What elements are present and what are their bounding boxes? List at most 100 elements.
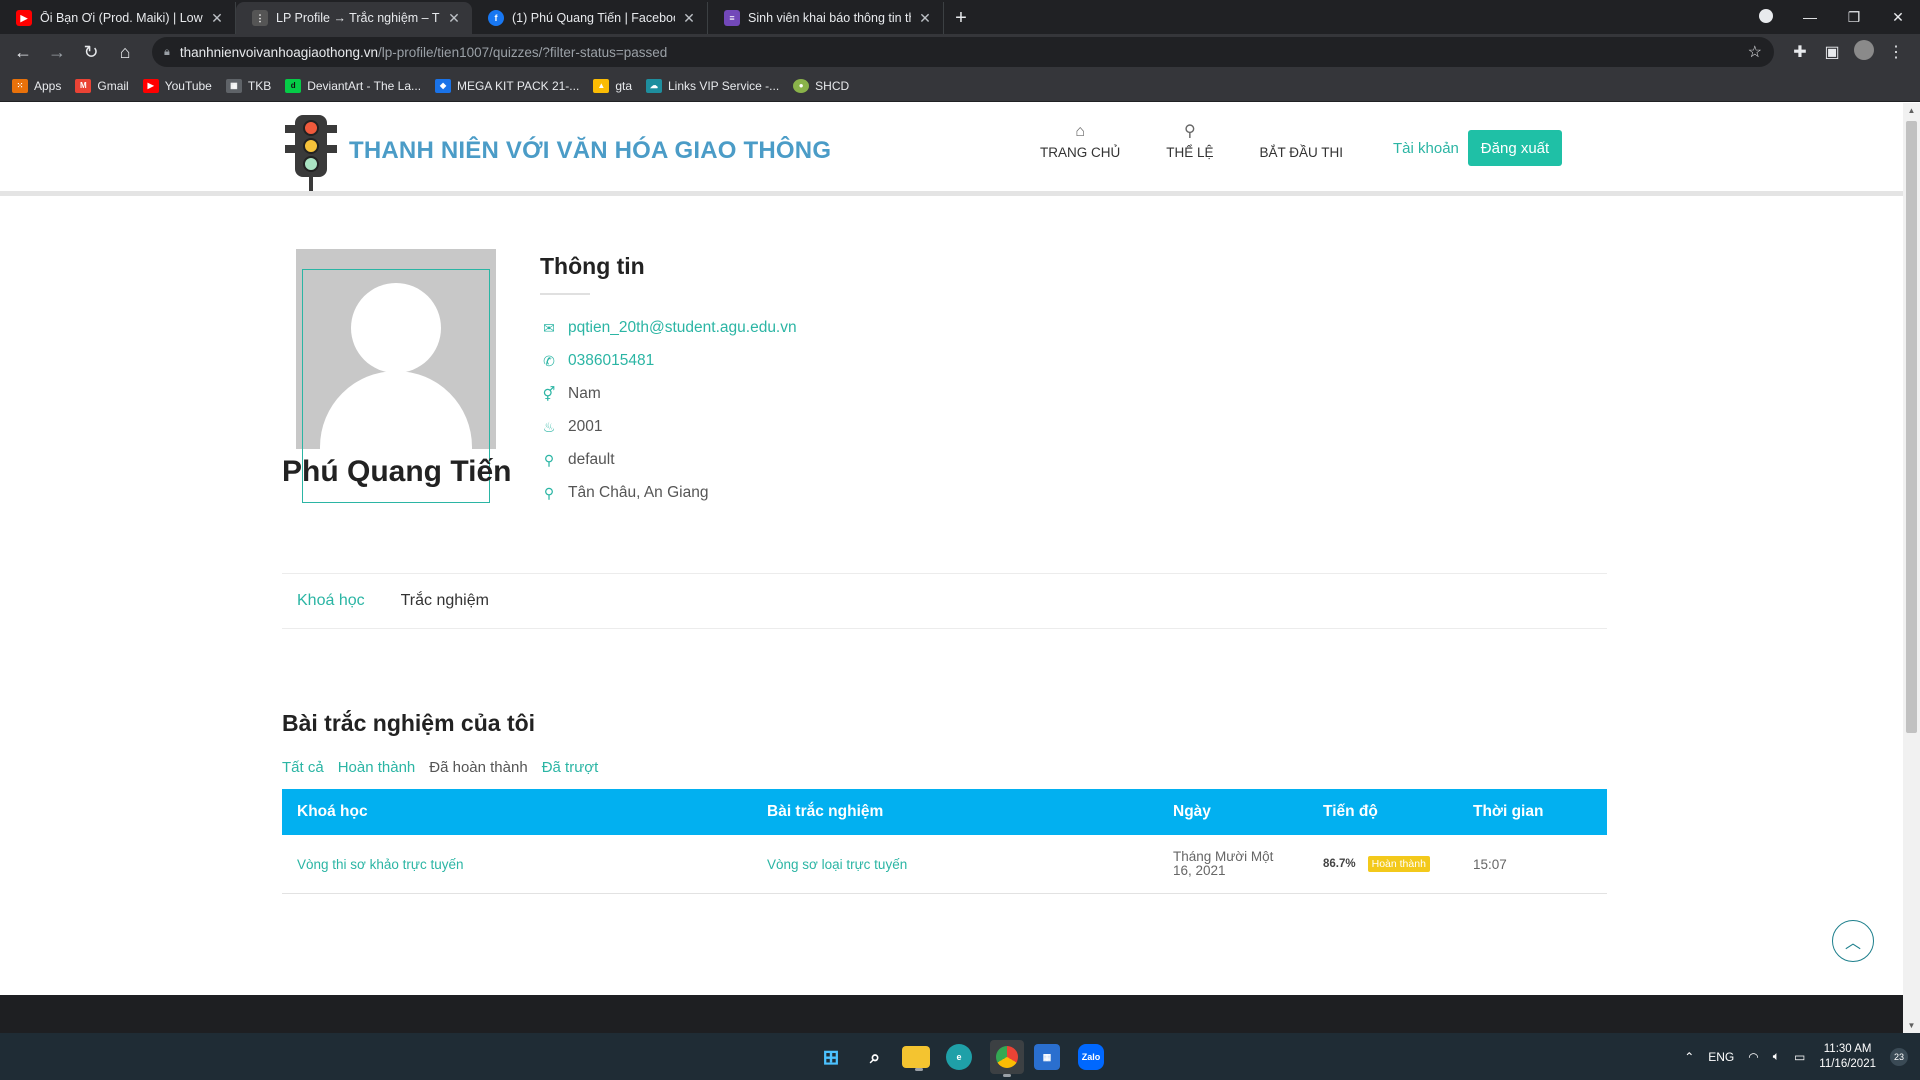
close-tab-icon[interactable]: ✕ xyxy=(209,10,225,27)
extensions-icon[interactable]: ✚ xyxy=(1784,42,1816,62)
clock[interactable]: 11:30 AM 11/16/2021 xyxy=(1819,1042,1876,1072)
bookmark-label: Gmail xyxy=(97,78,129,93)
chrome-icon[interactable] xyxy=(990,1040,1024,1077)
nav-label: THỂ LỆ xyxy=(1166,145,1214,160)
nav-label: BẮT ĐẦU THI xyxy=(1259,145,1344,160)
wifi-icon[interactable]: ◠ xyxy=(1748,1050,1758,1064)
profile-avatar[interactable] xyxy=(1848,39,1880,65)
browser-tab-facebook[interactable]: f (1) Phú Quang Tiến | Facebook ✕ xyxy=(472,2,708,34)
store-icon[interactable]: ▦ xyxy=(1034,1044,1060,1070)
browser-tab-lp-profile[interactable]: ⋮ LP Profile → Trắc nghiệm – Thanh ✕ xyxy=(236,2,472,34)
close-window-button[interactable]: ✕ xyxy=(1876,9,1920,26)
phone-icon: ✆ xyxy=(543,352,555,369)
scroll-up-arrow-icon[interactable]: ▲ xyxy=(1903,106,1920,115)
notification-count[interactable]: 23 xyxy=(1890,1047,1908,1066)
bookmarks-bar: ⁙ Apps M Gmail ▶ YouTube ▦ TKB d DeviantArt -… xyxy=(0,70,1920,102)
lock-icon[interactable]: 🔒︎ xyxy=(164,46,170,59)
filter-all[interactable]: Tất cả xyxy=(282,759,324,776)
edge-icon[interactable]: e xyxy=(946,1044,972,1070)
course-link[interactable]: Vòng thi sơ khảo trực tuyến xyxy=(282,857,752,872)
site-title: THANH NIÊN VỚI VĂN HÓA GIAO THÔNG xyxy=(349,137,832,164)
tab-search-icon[interactable] xyxy=(1744,8,1788,26)
bookmark-mega-kit[interactable]: ◆ MEGA KIT PACK 21-... xyxy=(435,78,579,93)
phone-row[interactable]: ✆ 0386015481 xyxy=(540,352,654,370)
quiz-time: 15:07 xyxy=(1473,856,1507,872)
profile-tabs: Khoá học Trắc nghiệm xyxy=(282,573,1607,629)
bookmark-label: Links VIP Service -... xyxy=(668,78,780,93)
address-bar[interactable]: 🔒︎ thanhnienvoivanhoagiaothong.vn /lp-pr… xyxy=(152,37,1774,67)
side-panel-icon[interactable]: ▣ xyxy=(1816,42,1848,62)
birth-year-text: 2001 xyxy=(568,418,603,435)
bookmark-links-vip[interactable]: ☁ Links VIP Service -... xyxy=(646,78,780,93)
minimize-button[interactable]: — xyxy=(1788,9,1832,25)
location-pin-icon: ⚲ xyxy=(543,484,555,501)
clock-date: 11/16/2021 xyxy=(1819,1057,1876,1070)
close-tab-icon[interactable]: ✕ xyxy=(917,10,933,27)
home-button[interactable]: ⌂ xyxy=(110,37,140,67)
bookmark-gmail[interactable]: M Gmail xyxy=(75,78,129,93)
bookmark-apps[interactable]: ⁙ Apps xyxy=(12,78,61,93)
filter-failed[interactable]: Đã trượt xyxy=(542,759,599,776)
status-badge: Hoàn thành xyxy=(1367,856,1430,872)
drive-icon: ▲ xyxy=(593,78,610,93)
close-tab-icon[interactable]: ✕ xyxy=(446,10,462,27)
nav-start-exam[interactable]: BẮT ĐẦU THI xyxy=(1260,121,1344,160)
back-button[interactable]: ← xyxy=(8,37,38,67)
date-line: 16, 2021 xyxy=(1173,863,1226,878)
bookmark-deviantart[interactable]: d DeviantArt - The La... xyxy=(285,78,422,93)
close-tab-icon[interactable]: ✕ xyxy=(681,10,697,27)
zalo-icon[interactable]: Zalo xyxy=(1078,1044,1104,1070)
scroll-to-top-button[interactable]: ︿ xyxy=(1832,920,1874,962)
bookmark-youtube[interactable]: ▶ YouTube xyxy=(142,78,212,93)
scrollbar-thumb[interactable] xyxy=(1906,121,1917,733)
menu-icon[interactable]: ⋮ xyxy=(1880,42,1912,62)
account-link[interactable]: Tài khoản xyxy=(1393,140,1459,157)
column-header: Thời gian xyxy=(1473,803,1544,820)
volume-icon[interactable]: 🔈︎ xyxy=(1773,1049,1780,1064)
envelope-icon: ✉ xyxy=(543,319,555,336)
bookmark-label: DeviantArt - The La... xyxy=(307,78,422,93)
main-nav: ⌂ TRANG CHỦ ⚲ THỂ LỆ BẮT ĐẦU THI xyxy=(1040,121,1389,160)
nav-home[interactable]: ⌂ TRANG CHỦ xyxy=(1040,121,1120,160)
column-header: Tiến độ xyxy=(1323,803,1378,820)
tkb-icon: ▦ xyxy=(225,78,242,93)
start-button[interactable]: ⊞ xyxy=(814,1040,848,1074)
bookmark-gta[interactable]: ▲ gta xyxy=(593,78,632,93)
search-icon[interactable]: ⌕ xyxy=(858,1040,892,1074)
language-indicator[interactable]: ENG xyxy=(1708,1050,1734,1064)
page-scrollbar[interactable]: ▲ ▼ xyxy=(1903,103,1920,1033)
new-tab-button[interactable]: + xyxy=(944,2,978,34)
tab-quizzes[interactable]: Trắc nghiệm xyxy=(401,592,489,610)
quiz-link[interactable]: Vòng sơ loại trực tuyến xyxy=(752,857,1158,872)
logout-button[interactable]: Đăng xuất xyxy=(1468,130,1562,166)
bookmark-label: YouTube xyxy=(164,78,212,93)
bookmark-tkb[interactable]: ▦ TKB xyxy=(225,78,272,93)
quiz-filters: Tất cả Hoàn thành Đã hoàn thành Đã trượt xyxy=(282,759,612,776)
browser-tab-forms[interactable]: ≡ Sinh viên khai báo thông tin thay ✕ xyxy=(708,2,944,34)
forward-button[interactable]: → xyxy=(42,37,72,67)
clock-time: 11:30 AM xyxy=(1823,1042,1872,1055)
filter-completed[interactable]: Hoàn thành xyxy=(338,759,416,776)
site-logo[interactable]: THANH NIÊN VỚI VĂN HÓA GIAO THÔNG xyxy=(283,111,831,191)
tab-courses[interactable]: Khoá học xyxy=(297,592,365,610)
browser-toolbar: ← → ↻ ⌂ 🔒︎ thanhnienvoivanhoagiaothong.v… xyxy=(0,34,1920,70)
restore-button[interactable]: ❐ xyxy=(1832,9,1876,26)
scroll-down-arrow-icon[interactable]: ▼ xyxy=(1903,1021,1920,1030)
nav-rules[interactable]: ⚲ THỂ LỆ xyxy=(1166,121,1213,160)
battery-icon[interactable]: ▭ xyxy=(1794,1050,1805,1064)
email-text: pqtien_20th@student.agu.edu.vn xyxy=(568,319,797,336)
file-explorer-icon[interactable] xyxy=(902,1046,930,1071)
filter-passed: Đã hoàn thành xyxy=(429,759,528,776)
bookmark-label: TKB xyxy=(247,78,272,93)
chevron-up-icon[interactable]: ⌃ xyxy=(1684,1050,1694,1064)
table-row: Vòng thi sơ khảo trực tuyến Vòng sơ loại… xyxy=(282,835,1607,894)
city-row: ⚲ Tân Châu, An Giang xyxy=(540,484,709,502)
bookmark-star-icon[interactable]: ☆ xyxy=(1748,42,1762,62)
location-pin-icon: ⚲ xyxy=(1184,123,1196,140)
bookmark-shcd[interactable]: ● SHCD xyxy=(793,78,849,93)
system-tray: ⌃ ENG ◠ 🔈︎ ▭ 11:30 AM 11/16/2021 23 xyxy=(1670,1033,1908,1080)
email-row[interactable]: ✉ pqtien_20th@student.agu.edu.vn xyxy=(540,319,797,337)
reload-button[interactable]: ↻ xyxy=(76,37,106,67)
browser-tab-youtube[interactable]: ▶ Ối Bạn Ơi (Prod. Maiki) | Low G ft ✕ xyxy=(0,2,236,34)
nav-label: TRANG CHỦ xyxy=(1040,145,1121,160)
